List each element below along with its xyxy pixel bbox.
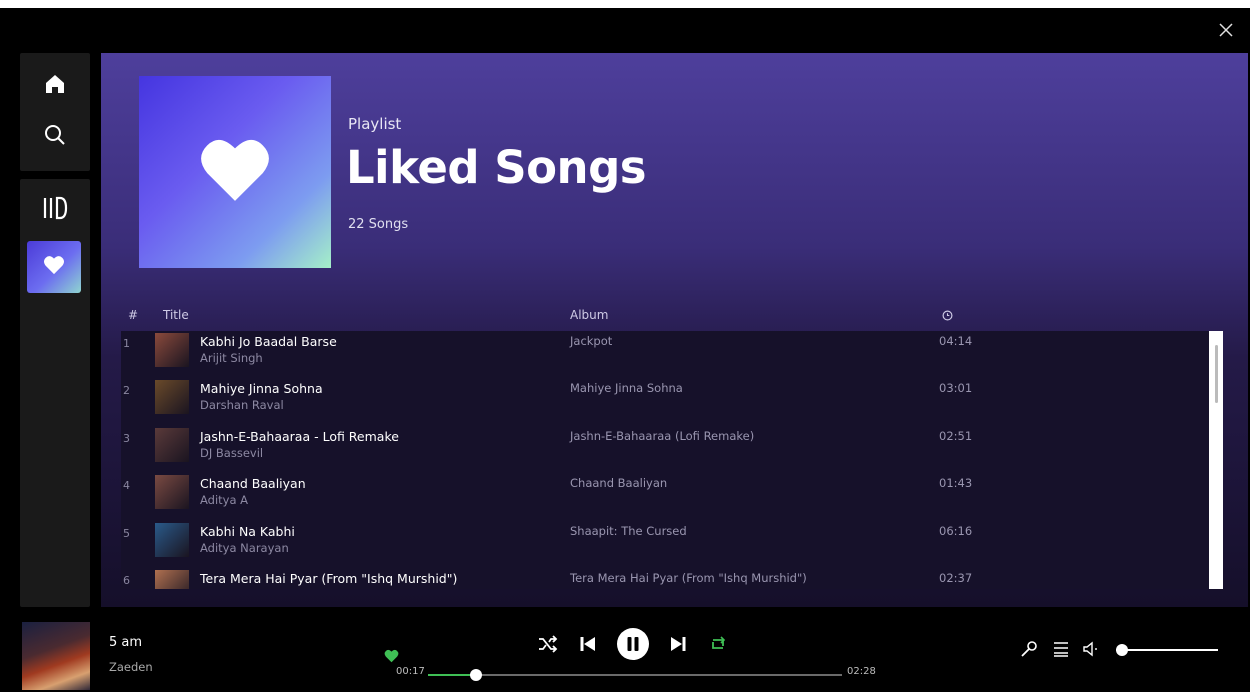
- track-number: 4: [123, 479, 130, 493]
- playlist-cover: [139, 76, 331, 268]
- track-artist[interactable]: Aditya Narayan: [200, 541, 289, 555]
- window-top-border: [0, 0, 1250, 8]
- close-icon[interactable]: [1216, 22, 1236, 42]
- playlist-view: Playlist Liked Songs 22 Songs # Title Al…: [101, 53, 1248, 607]
- track-album[interactable]: Mahiye Jinna Sohna: [570, 381, 683, 395]
- track-number: 5: [123, 526, 130, 540]
- clock-icon: [942, 310, 953, 324]
- table-row[interactable]: 2 Mahiye Jinna Sohna Darshan Raval Mahiye J…: [121, 378, 1209, 425]
- track-album[interactable]: Chaand Baaliyan: [570, 476, 667, 490]
- track-thumbnail: [155, 427, 189, 462]
- track-number: 6: [123, 574, 130, 587]
- track-thumbnail: [155, 475, 189, 510]
- track-artist[interactable]: DJ Bassevil: [200, 446, 263, 460]
- track-album[interactable]: Jackpot: [570, 334, 612, 348]
- column-title[interactable]: Title: [163, 308, 189, 322]
- track-artist[interactable]: Arijit Singh: [200, 351, 263, 365]
- title-bar: [0, 8, 1250, 52]
- heart-icon: [198, 136, 272, 208]
- library-icon[interactable]: [20, 196, 90, 220]
- track-thumbnail: [155, 333, 189, 367]
- sidebar-nav: [20, 53, 90, 171]
- table-header: # Title Album: [121, 308, 1221, 330]
- track-thumbnail: [155, 380, 189, 415]
- scrollbar[interactable]: [1209, 331, 1223, 589]
- track-thumbnail: [155, 522, 189, 557]
- track-artist[interactable]: Aditya A: [200, 493, 248, 507]
- repeat-icon[interactable]: [709, 635, 727, 657]
- track-title[interactable]: Tera Mera Hai Pyar (From "Ishq Murshid"): [200, 571, 457, 586]
- track-duration: 02:51: [939, 428, 973, 443]
- song-list: 1 Kabhi Jo Baadal Barse Arijit Singh Jackpo…: [121, 331, 1209, 589]
- track-duration: 03:01: [939, 381, 973, 396]
- playlist-type-label: Playlist: [348, 115, 402, 133]
- elapsed-time: 00:17: [396, 666, 425, 677]
- progress-knob[interactable]: [469, 669, 482, 681]
- track-number: 2: [123, 384, 130, 398]
- table-row[interactable]: 6 Tera Mera Hai Pyar (From "Ishq Murshid"…: [121, 568, 1209, 589]
- queue-icon[interactable]: [1053, 641, 1069, 661]
- track-thumbnail: [155, 570, 189, 589]
- track-title[interactable]: Kabhi Jo Baadal Barse: [200, 334, 337, 349]
- column-number: #: [128, 308, 139, 322]
- track-duration: 06:16: [939, 523, 973, 538]
- track-number: 3: [123, 431, 130, 445]
- player-bar: 5 am Zaeden 00:17 02:28: [0, 610, 1250, 692]
- table-row[interactable]: 5 Kabhi Na Kabhi Aditya Narayan Shaapit: Th…: [121, 521, 1209, 568]
- track-album[interactable]: Jashn-E-Bahaaraa (Lofi Remake): [570, 429, 754, 443]
- home-icon[interactable]: [20, 73, 90, 95]
- track-duration: 02:37: [939, 571, 973, 585]
- table-row[interactable]: 4 Chaand Baaliyan Aditya A Chaand Baaliyan 0…: [121, 473, 1209, 520]
- track-artist[interactable]: Darshan Raval: [200, 398, 284, 412]
- sidebar-library: [20, 179, 90, 607]
- track-title[interactable]: Chaand Baaliyan: [200, 476, 306, 491]
- track-duration: 04:14: [939, 334, 973, 348]
- like-heart-icon[interactable]: [384, 648, 399, 667]
- pause-button[interactable]: [617, 628, 649, 664]
- table-row[interactable]: 3 Jashn-E-Bahaaraa - Lofi Remake DJ Bassev…: [121, 426, 1209, 473]
- lyrics-mic-icon[interactable]: [1020, 640, 1038, 662]
- now-playing-artist[interactable]: Zaeden: [109, 660, 153, 674]
- song-count: 22 Songs: [348, 217, 409, 232]
- volume-knob[interactable]: [1116, 644, 1128, 656]
- now-playing-artwork[interactable]: [22, 622, 90, 690]
- track-title[interactable]: Mahiye Jinna Sohna: [200, 381, 323, 396]
- next-icon[interactable]: [670, 636, 686, 656]
- track-number: 1: [123, 337, 130, 350]
- volume-slider[interactable]: [1116, 644, 1218, 656]
- now-playing-title[interactable]: 5 am: [109, 635, 142, 650]
- column-album[interactable]: Album: [570, 308, 608, 322]
- track-album[interactable]: Shaapit: The Cursed: [570, 524, 687, 538]
- volume-icon[interactable]: [1082, 641, 1098, 661]
- search-icon[interactable]: [20, 123, 90, 147]
- table-row[interactable]: 1 Kabhi Jo Baadal Barse Arijit Singh Jackpo…: [121, 331, 1209, 378]
- scrollbar-thumb[interactable]: [1215, 345, 1218, 403]
- heart-icon: [43, 255, 65, 279]
- progress-bar[interactable]: [428, 669, 842, 681]
- shuffle-icon[interactable]: [538, 635, 558, 657]
- total-time: 02:28: [847, 666, 876, 677]
- track-duration: 01:43: [939, 476, 973, 491]
- progress-fill: [428, 674, 476, 676]
- track-title[interactable]: Jashn-E-Bahaaraa - Lofi Remake: [200, 429, 399, 444]
- previous-icon[interactable]: [580, 636, 596, 656]
- track-title[interactable]: Kabhi Na Kabhi: [200, 524, 295, 539]
- track-album[interactable]: Tera Mera Hai Pyar (From "Ishq Murshid"): [570, 571, 807, 585]
- sidebar-item-liked-songs[interactable]: [27, 241, 81, 293]
- page-title: Liked Songs: [346, 141, 647, 194]
